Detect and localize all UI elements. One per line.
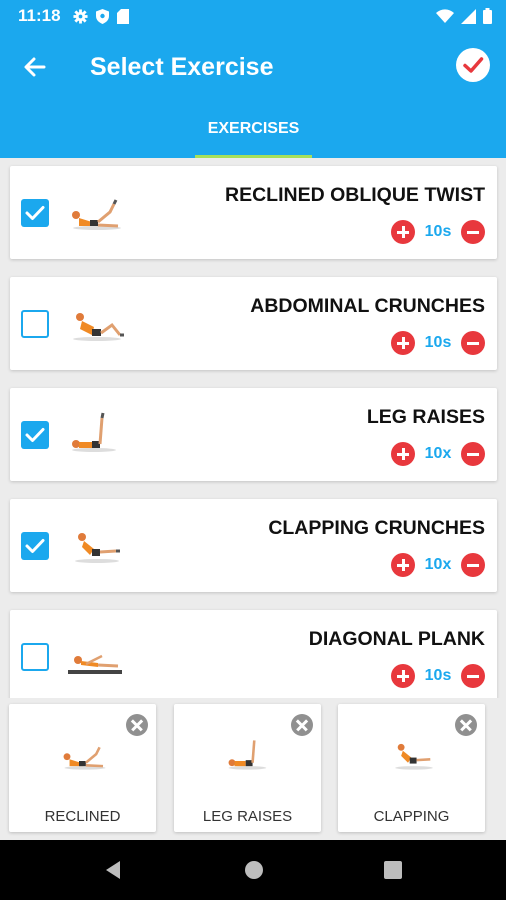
status-bar: 11:18	[0, 0, 506, 32]
selected-label: RECLINED	[44, 808, 121, 825]
status-time: 11:18	[18, 6, 61, 25]
exercise-amount: 10x	[424, 556, 452, 573]
exercise-figure-icon	[68, 654, 122, 674]
arrow-left-icon	[24, 57, 46, 77]
amount-control: 10x	[391, 553, 485, 577]
home-circle-icon[interactable]	[240, 856, 268, 884]
exercise-figure-icon	[72, 412, 116, 452]
confirm-button[interactable]	[456, 48, 490, 82]
system-nav-bar	[0, 840, 506, 900]
plus-button[interactable]	[391, 331, 415, 355]
exercise-card[interactable]: ABDOMINAL CRUNCHES 10s	[10, 277, 497, 370]
exercise-figure-icon	[63, 746, 106, 770]
status-left-icons	[73, 8, 129, 24]
tab-exercises[interactable]: EXERCISES	[195, 112, 312, 158]
selected-exercises-strip[interactable]: RECLINED LEG RAISES CLAPPING	[0, 698, 506, 840]
exercise-figure-icon	[395, 743, 433, 770]
selected-card[interactable]: RECLINED	[9, 704, 156, 832]
battery-icon	[483, 8, 492, 24]
plus-button[interactable]	[391, 664, 415, 688]
checkmark-icon	[25, 428, 45, 442]
amount-control: 10x	[391, 442, 485, 466]
remove-button[interactable]	[455, 714, 477, 736]
exercise-name: LEG RAISES	[366, 406, 485, 428]
exercise-figure-icon	[72, 199, 121, 230]
selected-card[interactable]: LEG RAISES	[174, 704, 321, 832]
page-title: Select Exercise	[90, 53, 274, 81]
amount-control: 10s	[391, 220, 485, 244]
minus-button[interactable]	[461, 553, 485, 577]
signal-icon	[461, 8, 476, 24]
exercise-amount: 10s	[424, 223, 452, 240]
exercise-figure-icon	[75, 533, 120, 563]
exercise-list[interactable]: RECLINED OBLIQUE TWIST 10s ABDOMINAL CRU…	[0, 158, 506, 698]
remove-button[interactable]	[126, 714, 148, 736]
minus-button[interactable]	[461, 331, 485, 355]
minus-button[interactable]	[461, 442, 485, 466]
exercise-card[interactable]: RECLINED OBLIQUE TWIST 10s	[10, 166, 497, 259]
plus-button[interactable]	[391, 553, 415, 577]
exercise-amount: 10s	[424, 667, 452, 684]
amount-control: 10s	[391, 331, 485, 355]
exercise-checkbox[interactable]	[21, 643, 49, 671]
exercise-card[interactable]: DIAGONAL PLANK 10s	[10, 610, 497, 698]
exercise-figure-icon	[73, 313, 124, 341]
plus-button[interactable]	[391, 442, 415, 466]
shield-icon	[95, 8, 109, 24]
back-button[interactable]	[20, 52, 50, 82]
exercise-card[interactable]: CLAPPING CRUNCHES 10x	[10, 499, 497, 592]
app-bar: Select Exercise EXERCISES	[0, 32, 506, 158]
tab-label: EXERCISES	[207, 120, 300, 137]
recents-square-icon[interactable]	[379, 856, 407, 884]
minus-button[interactable]	[461, 220, 485, 244]
exercise-name: CLAPPING CRUNCHES	[268, 517, 485, 539]
selected-label: CLAPPING	[373, 808, 450, 825]
exercise-figure-icon	[228, 740, 267, 770]
selected-label: LEG RAISES	[202, 808, 293, 825]
status-right-icons	[436, 8, 492, 24]
exercise-name: ABDOMINAL CRUNCHES	[250, 295, 485, 317]
exercise-name: DIAGONAL PLANK	[308, 628, 485, 650]
checkmark-icon	[25, 206, 45, 220]
wifi-icon	[436, 9, 454, 23]
exercise-amount: 10x	[424, 445, 452, 462]
sd-card-icon	[116, 8, 129, 24]
check-circle-icon	[463, 57, 484, 73]
exercise-checkbox[interactable]	[21, 199, 49, 227]
exercise-amount: 10s	[424, 334, 452, 351]
remove-button[interactable]	[291, 714, 313, 736]
selected-card[interactable]: CLAPPING	[338, 704, 485, 832]
exercise-card[interactable]: LEG RAISES 10x	[10, 388, 497, 481]
amount-control: 10s	[391, 664, 485, 688]
gear-icon	[73, 8, 88, 24]
minus-button[interactable]	[461, 664, 485, 688]
exercise-checkbox[interactable]	[21, 310, 49, 338]
exercise-name: RECLINED OBLIQUE TWIST	[225, 184, 485, 206]
plus-button[interactable]	[391, 220, 415, 244]
checkmark-icon	[25, 539, 45, 553]
exercise-checkbox[interactable]	[21, 532, 49, 560]
exercise-checkbox[interactable]	[21, 421, 49, 449]
back-triangle-icon[interactable]	[100, 856, 128, 884]
